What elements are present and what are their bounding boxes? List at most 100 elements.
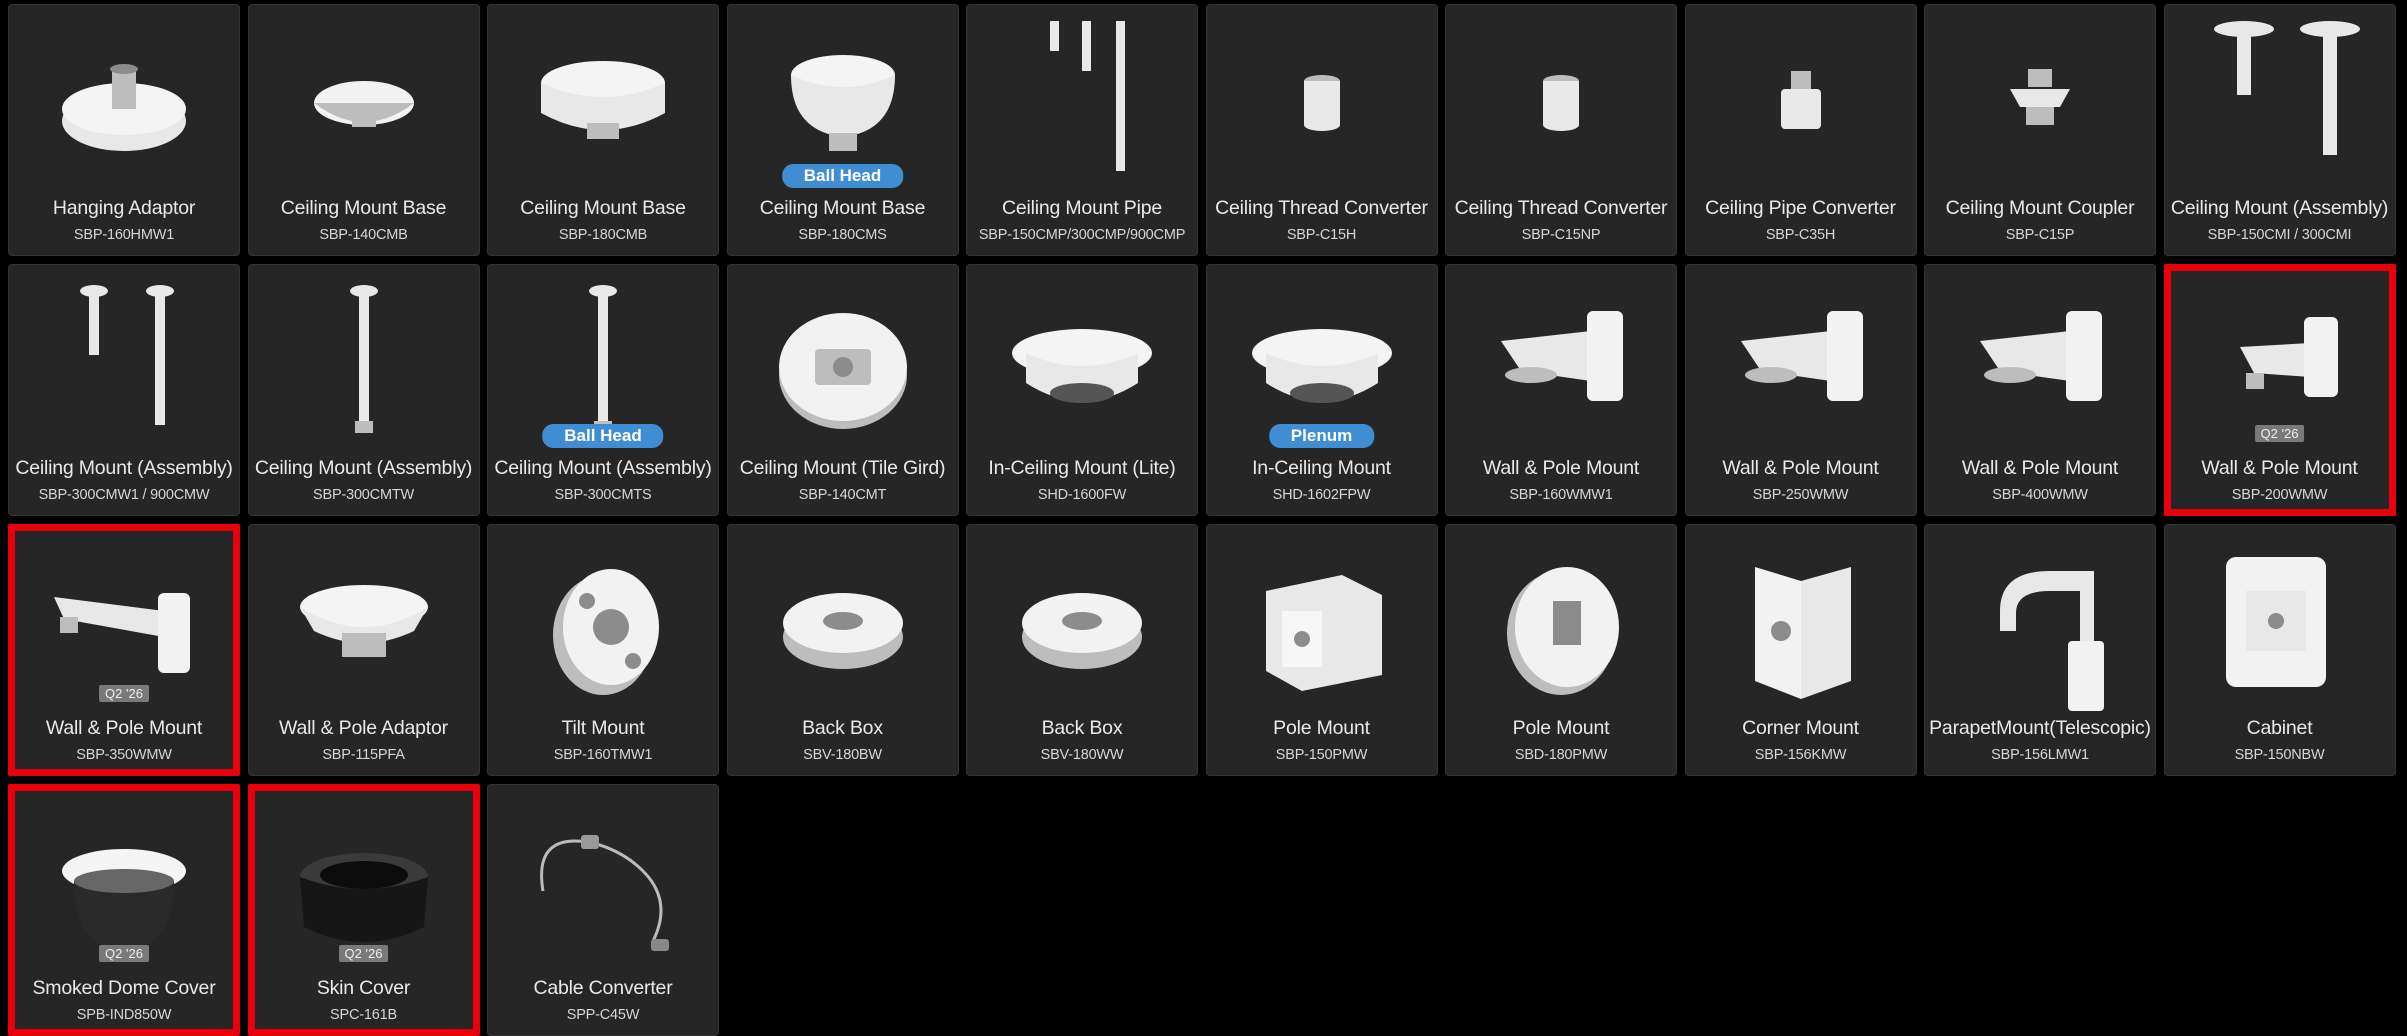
product-name: Hanging Adaptor (52, 197, 196, 219)
product-name: Corner Mount (1742, 717, 1859, 739)
product-tile[interactable]: Wall & Pole Adaptor SBP-115PFA (247, 524, 480, 776)
product-tile[interactable]: Ceiling Mount Base SBP-180CMB (487, 4, 719, 256)
ceiling-assembly-icon (2165, 11, 2395, 191)
product-tile[interactable]: Ceiling Mount (Assembly) SBP-300CMTW (247, 264, 480, 516)
product-name: Pole Mount (1273, 717, 1370, 739)
product-tile[interactable]: Corner Mount SBP-156KMW (1684, 524, 1917, 776)
product-tile[interactable]: ParapetMount(Telescopic) SBP-156LMW1 (1924, 524, 2156, 776)
product-tile[interactable]: Ceiling Mount (Assembly) SBP-150CMI / 300… (2163, 4, 2396, 256)
release-badge: Q2 '26 (99, 685, 149, 702)
product-model: SPC-161B (330, 1007, 397, 1023)
product-model: SBP-150PMW (1275, 747, 1368, 763)
product-tile[interactable]: Ceiling Pipe Converter SBP-C35H (1684, 4, 1917, 256)
wall-mount-icon (1925, 271, 2155, 451)
product-model: SBP-160WMW1 (1509, 487, 1613, 503)
product-name: In-Ceiling Mount (1252, 457, 1391, 479)
product-name: Ceiling Mount Base (280, 197, 447, 219)
product-tile[interactable]: Ceiling Mount Coupler SBP-C15P (1924, 4, 2156, 256)
product-model: SBP-156KMW (1754, 747, 1847, 763)
product-model: SBP-140CMB (319, 227, 408, 243)
product-model: SPP-C45W (566, 1007, 640, 1023)
ceiling-base-icon (249, 11, 479, 191)
ceiling-base-large-icon (488, 11, 718, 191)
product-name: In-Ceiling Mount (Lite) (988, 457, 1176, 479)
pole-mount-icon (1207, 531, 1437, 711)
product-tile[interactable]: Cable Converter SPP-C45W (487, 784, 719, 1036)
product-model: SBP-180CMB (558, 227, 648, 243)
cabinet-icon (2165, 531, 2395, 711)
product-model: SBP-350WMW (76, 747, 172, 763)
product-tile[interactable]: Cabinet SBP-150NBW (2163, 524, 2396, 776)
product-name: Ceiling Mount (Assembly) (2170, 197, 2389, 219)
product-model: SBP-C15NP (1521, 227, 1601, 243)
product-tile[interactable]: Ceiling Mount (Assembly) SBP-300CMW1 / 90… (8, 264, 240, 516)
product-tile[interactable]: Plenum In-Ceiling Mount SHD-1602FPW (1205, 264, 1438, 516)
back-box-icon (967, 531, 1197, 711)
product-tile[interactable]: Pole Mount SBD-180PMW (1445, 524, 1677, 776)
product-tile[interactable]: Q2 '26 Skin Cover SPC-161B (247, 784, 480, 1036)
pendant-icon (249, 271, 479, 451)
product-name: Back Box (1041, 717, 1123, 739)
product-name: Wall & Pole Mount (45, 717, 203, 739)
product-model: SBP-300CMTW (313, 487, 414, 503)
adaptor-icon (249, 531, 479, 711)
product-tile[interactable]: Q2 '26 Wall & Pole Mount SBP-200WMW (2163, 264, 2396, 516)
product-name: Ceiling Mount (Assembly) (254, 457, 473, 479)
product-name: Wall & Pole Adaptor (279, 717, 448, 739)
product-tile[interactable]: Q2 '26 Smoked Dome Cover SPB-IND850W (8, 784, 240, 1036)
product-tile[interactable]: Ceiling Mount Pipe SBP-150CMP/300CMP/900C… (966, 4, 1198, 256)
product-model: SBV-180BW (803, 747, 882, 763)
product-name: Pole Mount (1512, 717, 1610, 739)
product-model: SBD-180PMW (1514, 747, 1608, 763)
product-model: SBV-180WW (1040, 747, 1124, 763)
product-grid: Hanging Adaptor SBP-160HMW1 Ceiling Mount … (8, 4, 2402, 1036)
product-tile[interactable]: Back Box SBV-180BW (726, 524, 959, 776)
product-name: Ceiling Thread Converter (1215, 197, 1428, 219)
product-name: Tilt Mount (561, 717, 645, 739)
tilt-mount-icon (488, 531, 718, 711)
product-model: SBP-115PFA (322, 747, 405, 763)
product-tile[interactable]: Pole Mount SBP-150PMW (1205, 524, 1438, 776)
hanging-adaptor-icon (9, 11, 239, 191)
product-model: SBP-160TMW1 (553, 747, 653, 763)
product-model: SBP-200WMW (2231, 487, 2328, 503)
product-name: Ceiling Mount Base (759, 197, 926, 219)
product-tile[interactable]: Hanging Adaptor SBP-160HMW1 (8, 4, 240, 256)
thread-converter-icon (1207, 11, 1437, 191)
feature-badge: Plenum (1268, 424, 1375, 448)
product-tile[interactable]: In-Ceiling Mount (Lite) SHD-1600FW (966, 264, 1198, 516)
back-box-icon (728, 531, 958, 711)
product-tile[interactable]: Ceiling Thread Converter SBP-C15H (1205, 4, 1438, 256)
corner-mount-icon (1686, 531, 1916, 711)
product-tile[interactable]: Ceiling Mount Base SBP-140CMB (247, 4, 480, 256)
release-badge: Q2 '26 (338, 945, 389, 962)
product-tile[interactable]: Ceiling Mount (Tile Gird) SBP-140CMT (726, 264, 959, 516)
product-tile[interactable]: Wall & Pole Mount SBP-160WMW1 (1445, 264, 1677, 516)
product-model: SHD-1600FW (1037, 487, 1127, 503)
product-model: SBP-C35H (1765, 227, 1836, 243)
product-tile[interactable]: Ceiling Thread Converter SBP-C15NP (1445, 4, 1677, 256)
thread-converter-icon (1446, 11, 1676, 191)
product-model: SBP-400WMW (1992, 487, 2088, 503)
product-name: Wall & Pole Mount (1482, 457, 1640, 479)
product-name: Ceiling Mount (Assembly) (15, 457, 233, 479)
product-name: Ceiling Thread Converter (1454, 197, 1668, 219)
pipe-converter-icon (1686, 11, 1916, 191)
product-name: Wall & Pole Mount (1722, 457, 1879, 479)
coupler-icon (1925, 11, 2155, 191)
product-model: SBP-300CMTS (554, 487, 652, 503)
product-model: SBP-C15H (1286, 227, 1357, 243)
in-ceiling-icon (967, 271, 1197, 451)
product-tile[interactable]: Back Box SBV-180WW (966, 524, 1198, 776)
product-tile[interactable]: Wall & Pole Mount SBP-250WMW (1684, 264, 1917, 516)
product-model: SBP-160HMW1 (73, 227, 175, 243)
parapet-mount-icon (1925, 531, 2155, 711)
release-badge: Q2 '26 (2254, 425, 2305, 442)
product-tile[interactable]: Wall & Pole Mount SBP-400WMW (1924, 264, 2156, 516)
product-tile[interactable]: Tilt Mount SBP-160TMW1 (487, 524, 719, 776)
product-tile[interactable]: Ball Head Ceiling Mount Base SBP-180CMS (726, 4, 959, 256)
product-name: Wall & Pole Mount (2201, 457, 2358, 479)
product-model: SBP-250WMW (1752, 487, 1849, 503)
product-tile[interactable]: Q2 '26 Wall & Pole Mount SBP-350WMW (8, 524, 240, 776)
product-tile[interactable]: Ball Head Ceiling Mount (Assembly) SBP-300… (487, 264, 719, 516)
